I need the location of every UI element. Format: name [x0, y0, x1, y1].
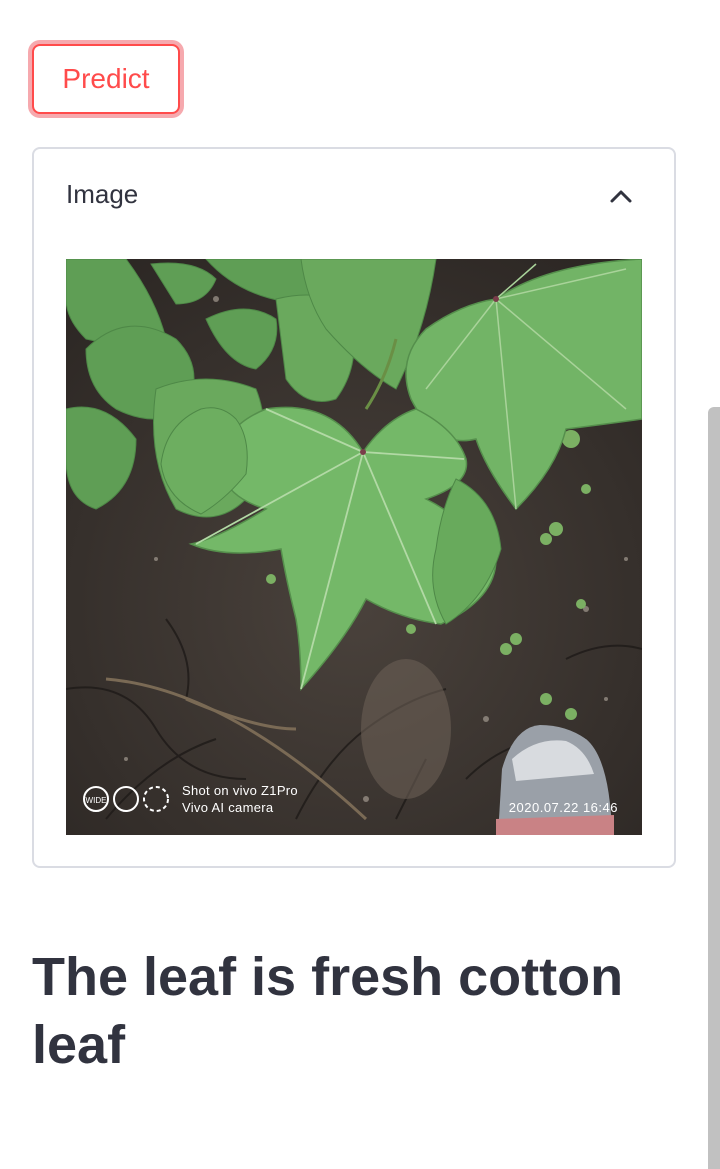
watermark-line1: Shot on vivo Z1Pro	[182, 783, 298, 798]
cotton-leaf-photo: WIDE Shot on vivo Z1Pro Vivo AI camera 2…	[66, 259, 642, 835]
app-page: Predict Image WIDE Shot on vivo Z1Pro Vi…	[0, 0, 720, 1169]
chevron-up-icon[interactable]	[608, 183, 634, 209]
expander-title: Image	[66, 179, 139, 209]
photo-illustration: WIDE	[66, 259, 642, 835]
scrollbar-thumb[interactable]	[708, 407, 720, 1169]
watermark-line2: Vivo AI camera	[182, 800, 274, 815]
image-expander: Image WIDE Shot on vivo Z1Pro Vivo AI ca…	[32, 147, 676, 868]
expander-header[interactable]: Image	[34, 149, 674, 245]
svg-text:WIDE: WIDE	[86, 796, 107, 805]
photo-watermark: Shot on vivo Z1Pro Vivo AI camera	[182, 782, 298, 816]
prediction-result: The leaf is fresh cotton leaf	[32, 947, 624, 1075]
predict-button-label[interactable]: Predict	[32, 44, 180, 114]
watermark-date: 2020.07.22 16:46	[508, 800, 618, 815]
predict-button[interactable]: Predict	[28, 40, 184, 118]
